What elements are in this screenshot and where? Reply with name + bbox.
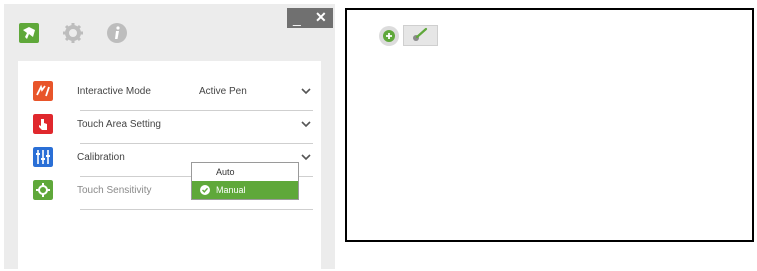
home-icon[interactable]	[18, 22, 40, 44]
option-label: Auto	[216, 167, 235, 177]
dropdown-option-manual[interactable]: Manual	[192, 181, 298, 199]
chevron-down-icon[interactable]	[299, 150, 313, 164]
chevron-down-icon[interactable]	[299, 117, 313, 131]
window-controls: _ ✕	[287, 8, 333, 28]
close-button[interactable]: ✕	[315, 10, 327, 24]
touch-area-icon	[33, 114, 53, 134]
row-label: Touch Sensitivity	[77, 185, 152, 196]
calibration-dropdown[interactable]: Auto Manual	[191, 162, 299, 200]
dropdown-option-auto[interactable]: Auto	[192, 163, 298, 181]
settings-row-touch-area[interactable]: Touch Area Setting	[27, 111, 313, 144]
touch-sensitivity-icon	[33, 180, 53, 200]
chevron-down-icon[interactable]	[299, 84, 313, 98]
info-icon[interactable]	[106, 22, 128, 44]
minimize-button[interactable]: _	[293, 11, 301, 25]
drawing-canvas[interactable]	[345, 8, 754, 242]
row-value: Active Pen	[199, 86, 247, 97]
check-icon	[200, 185, 210, 195]
gear-icon[interactable]	[62, 22, 84, 44]
option-label: Manual	[216, 185, 246, 195]
settings-row-interactive-mode[interactable]: Interactive Mode Active Pen	[27, 78, 313, 111]
row-label: Touch Area Setting	[77, 119, 161, 130]
pen-icon	[413, 27, 428, 41]
add-icon[interactable]	[378, 25, 400, 47]
row-label: Interactive Mode	[77, 86, 151, 97]
calibration-icon	[33, 147, 53, 167]
pen-tool-button[interactable]	[403, 25, 438, 46]
interactive-mode-icon	[33, 81, 53, 101]
settings-window: _ ✕ Interactive Mode Active Pen Touch Ar…	[4, 4, 335, 269]
row-label: Calibration	[77, 152, 125, 163]
divider	[80, 209, 313, 210]
